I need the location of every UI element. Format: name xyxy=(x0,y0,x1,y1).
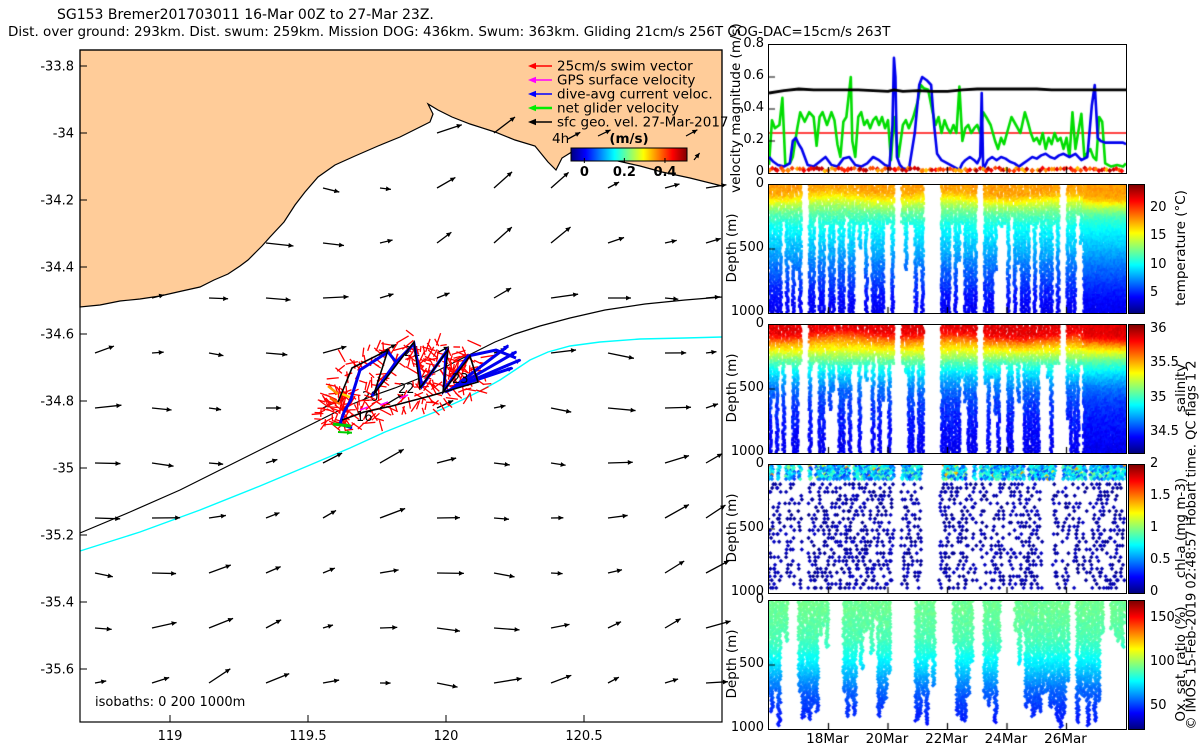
map-colorbar-tick: 0.4 xyxy=(653,165,676,180)
depth-ylabel: Depth (m) xyxy=(724,493,740,563)
depth-tick-label: 0 xyxy=(755,176,764,191)
panel-canvas-oxygen xyxy=(768,600,1127,730)
scale-4h-label: 4h xyxy=(552,131,569,147)
svg-text:-35: -35 xyxy=(53,462,74,477)
colorbar-label-temperature: temperature (°C) xyxy=(1173,190,1189,306)
panel-canvas-temperature xyxy=(768,184,1127,314)
date-tick-label: 20Mar xyxy=(865,731,909,747)
svg-text:-34.8: -34.8 xyxy=(40,395,74,410)
svg-text:119.5: 119.5 xyxy=(289,729,326,744)
svg-text:-35.2: -35.2 xyxy=(40,529,74,544)
colorbar-chl-a xyxy=(1128,464,1145,594)
depth-ylabel: Depth (m) xyxy=(724,629,740,699)
svg-text:-34.2: -34.2 xyxy=(40,194,74,209)
svg-text:-33.8: -33.8 xyxy=(40,60,74,75)
date-tick-label: 26Mar xyxy=(1044,731,1087,747)
depth-tick-label: 0 xyxy=(755,316,764,331)
colorbar-salinity xyxy=(1128,324,1145,454)
depth-ylabel: Depth (m) xyxy=(724,213,740,283)
colorbar-temperature xyxy=(1128,184,1145,314)
date-tick-label: 18Mar xyxy=(806,731,849,747)
isobath-200m xyxy=(79,296,723,534)
legend-item-label: sfc geo. vel. 27-Mar-2017 xyxy=(557,115,729,131)
depth-tick-label: 1000 xyxy=(730,720,764,735)
panel-canvas-chl-a xyxy=(768,464,1127,594)
depth-tick-label: 0 xyxy=(755,592,764,607)
track-day-label: 23 xyxy=(452,372,469,387)
colorbar-tick-label: 36 xyxy=(1150,321,1167,337)
isobaths-note: isobaths: 0 200 1000m xyxy=(95,695,245,710)
svg-text:-34.4: -34.4 xyxy=(40,261,74,276)
svg-text:-35.4: -35.4 xyxy=(40,596,74,611)
depth-tick-label: 0 xyxy=(755,456,764,471)
panel-canvas-velocity xyxy=(768,44,1127,174)
date-tick-label: 22Mar xyxy=(925,731,968,747)
svg-text:119: 119 xyxy=(158,729,183,744)
map-colorbar-tick: 0.2 xyxy=(613,165,636,180)
date-tick-label: 24Mar xyxy=(984,731,1028,747)
track-day-label: 16 xyxy=(356,410,373,425)
depth-ylabel: Depth (m) xyxy=(724,353,740,423)
colorbar-oxygen xyxy=(1128,600,1145,730)
map-colorbar-title: (m/s) xyxy=(609,131,648,147)
svg-text:120: 120 xyxy=(434,729,459,744)
panel-canvas-salinity xyxy=(768,324,1127,454)
svg-text:120.5: 120.5 xyxy=(565,729,602,744)
figure: SG153 Bremer201703011 16-Mar 00Z to 27-M… xyxy=(0,0,1200,750)
velocity-ylabel: velocity magnitude (m/s) xyxy=(728,23,744,193)
imos-attribution: © IMOS 15-Feb-2019 02:48:57 Hobart time.… xyxy=(1184,360,1200,730)
map-colorbar-tick: 0 xyxy=(580,165,589,180)
svg-text:-35.6: -35.6 xyxy=(40,663,74,678)
svg-text:-34.6: -34.6 xyxy=(40,328,74,343)
svg-text:-34: -34 xyxy=(53,127,74,142)
map-plot: -33.8 -34 -34.2 -34.4 -34.6 -34.8 -35 -35.2 -35.… xyxy=(40,49,731,744)
